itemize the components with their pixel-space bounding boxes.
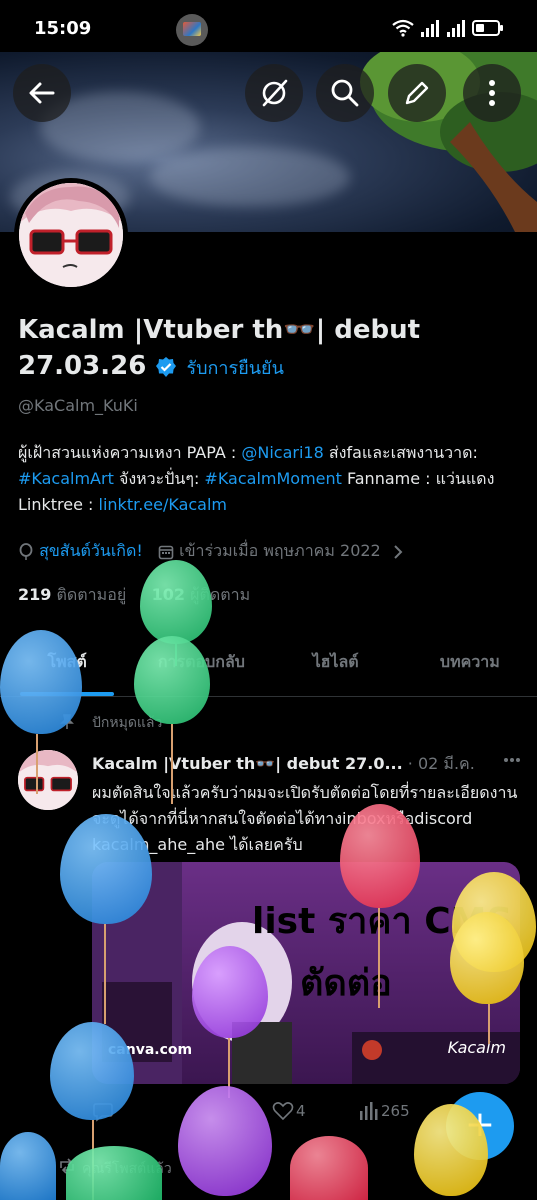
- tab-posts[interactable]: โพสต์: [0, 640, 134, 696]
- post-author-avatar[interactable]: [18, 750, 78, 810]
- balloon-red-2: [290, 1136, 368, 1200]
- followers-count: 102: [151, 585, 186, 604]
- repost-note: คุณรีโพสต์แล้ว: [82, 1161, 172, 1177]
- battery-icon: [472, 20, 503, 36]
- profile-bio: ผู้เฝ้าสวนแห่งความเหงา PAPA : @Nicari18 …: [18, 440, 523, 518]
- bio-linktree-link[interactable]: linktr.ee/Kacalm: [99, 495, 228, 514]
- reply-icon[interactable]: [92, 1100, 114, 1122]
- post-media-image[interactable]: list ราคา CMS ตัดต่อ canva.com Kacalm: [92, 862, 520, 1084]
- status-bar: 15:09: [0, 0, 537, 56]
- bio-hashtag-art-link[interactable]: #KacalmArt: [18, 469, 114, 488]
- profile-avatar[interactable]: [14, 178, 128, 292]
- profile-handle: @KaCalm_KuKi: [18, 396, 138, 415]
- bio-text-1: ผู้เฝ้าสวนแห่งความเหงา PAPA :: [18, 443, 242, 462]
- bio-mention-link[interactable]: @Nicari18: [241, 443, 323, 462]
- post-more-icon[interactable]: [504, 758, 520, 762]
- bio-text-2: ส่งfaและเสพงานวาด:: [323, 443, 478, 462]
- followers-stat[interactable]: 102 ผู้ติดตาม: [152, 585, 251, 604]
- compose-post-button[interactable]: +: [446, 1092, 514, 1160]
- grok-button[interactable]: [245, 64, 303, 122]
- more-button[interactable]: [463, 64, 521, 122]
- birthday-link[interactable]: สุขสันต์วันเกิด!: [39, 541, 143, 560]
- media-signature: Kacalm: [447, 1038, 506, 1057]
- app-notification-icon: [176, 14, 208, 46]
- wifi-icon: [392, 19, 414, 37]
- pinned-label: ปักหมุดแล้ว: [92, 715, 163, 731]
- search-icon: [331, 79, 359, 107]
- following-label: ติดตามอยู่: [56, 585, 127, 604]
- like-count: 4: [296, 1102, 306, 1120]
- calendar-icon: [158, 545, 174, 559]
- arrow-left-icon: [29, 82, 55, 104]
- media-title-line-2: ตัดต่อ: [300, 963, 392, 1004]
- verified-badge-icon[interactable]: [155, 356, 177, 378]
- media-source-label: canva.com: [108, 1042, 193, 1058]
- avatar-illustration: [19, 183, 123, 287]
- search-button[interactable]: [316, 64, 374, 122]
- grok-icon: [262, 79, 288, 107]
- signal-icon-2: [447, 20, 465, 37]
- pencil-icon: [405, 81, 429, 105]
- media-title-line-1: list ราคา CMS: [252, 901, 513, 942]
- bio-text-3: จังหวะปั่นๆ:: [113, 469, 205, 488]
- post-date[interactable]: · 02 มี.ค.: [403, 754, 475, 773]
- following-count: 219: [18, 585, 52, 604]
- verified-label[interactable]: รับการยืนยัน: [186, 358, 283, 379]
- tab-replies[interactable]: การตอบกลับ: [134, 640, 268, 696]
- profile-meta: สุขสันต์วันเกิด! เข้าร่วมเมื่อ พฤษภาคม 2…: [18, 539, 404, 564]
- more-vertical-icon: [489, 80, 495, 106]
- signal-icon-1: [421, 20, 439, 37]
- tab-articles[interactable]: บทความ: [403, 640, 537, 696]
- edit-button[interactable]: [388, 64, 446, 122]
- chevron-right-icon[interactable]: [392, 544, 404, 560]
- bio-hashtag-moment-link[interactable]: #KacalmMoment: [204, 469, 342, 488]
- pin-icon: [60, 714, 74, 729]
- balloon-icon: [19, 542, 33, 560]
- followers-label: ผู้ติดตาม: [190, 585, 251, 604]
- status-time: 15:09: [34, 18, 92, 39]
- repost-icon: [60, 1158, 74, 1174]
- views-icon[interactable]: [358, 1101, 378, 1121]
- balloon-blue-4: [0, 1132, 56, 1200]
- post-avatar-illustration: [18, 750, 78, 810]
- back-button[interactable]: [13, 64, 71, 122]
- like-icon[interactable]: [272, 1101, 294, 1121]
- post-author-name[interactable]: Kacalm |Vtuber th👓| debut 27.0...: [92, 754, 403, 773]
- post-header: Kacalm |Vtuber th👓| debut 27.0... · 02 ม…: [92, 752, 522, 777]
- following-stat[interactable]: 219 ติดตามอยู่: [18, 585, 126, 604]
- tab-highlights[interactable]: ไฮไลต์: [269, 640, 403, 696]
- joined-date: เข้าร่วมเมื่อ พฤษภาคม 2022: [179, 541, 381, 560]
- profile-name: Kacalm |Vtuber th👓| debut 27.03.26 รับกา…: [18, 312, 498, 387]
- view-count: 265: [381, 1102, 410, 1120]
- post-text: ผมตัดสินใจแล้วครับว่าผมจะเปิดรับตัดต่อโด…: [92, 783, 518, 854]
- profile-tabs: โพสต์ การตอบกลับ ไฮไลต์ บทความ: [0, 640, 537, 697]
- follow-stats: 219 ติดตามอยู่ 102 ผู้ติดตาม: [18, 583, 250, 608]
